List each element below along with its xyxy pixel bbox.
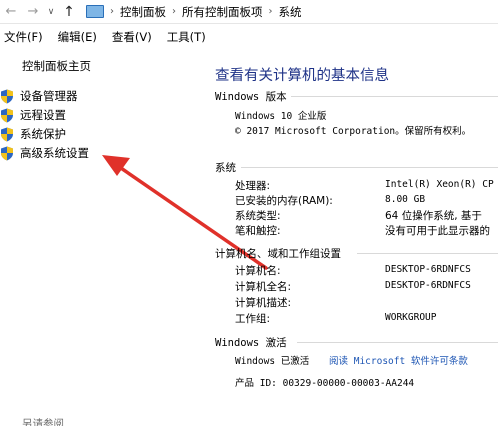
breadcrumb-separator: › (172, 6, 176, 17)
menu-tools[interactable]: 工具(T) (164, 29, 209, 45)
menu-file[interactable]: 文件(F) (0, 29, 46, 45)
breadcrumb-separator: › (110, 6, 114, 17)
breadcrumb-control-panel[interactable]: 控制面板 (120, 4, 166, 20)
activation-heading: Windows 激活 (215, 337, 287, 349)
sidebar-item-label: 设备管理器 (20, 89, 78, 103)
section-divider (357, 253, 498, 254)
sidebar-item-label: 系统保护 (20, 127, 66, 141)
shield-icon (0, 127, 14, 142)
license-terms-link[interactable]: 阅读 Microsoft 软件许可条款 (329, 353, 468, 367)
see-also-label: 另请参阅 (22, 418, 64, 426)
computer-full-name-label: 计算机全名: (235, 281, 292, 293)
back-button[interactable]: ← (0, 1, 22, 23)
menu-view[interactable]: 查看(V) (109, 29, 155, 45)
system-type-label: 系统类型: (235, 210, 281, 222)
processor-value: Intel(R) Xeon(R) CP (385, 179, 494, 190)
menu-bar: 文件(F) 编辑(E) 查看(V) 工具(T) (0, 27, 218, 47)
up-button[interactable]: ↑ (58, 1, 80, 23)
computer-full-name-value: DESKTOP-6RDNFCS (385, 280, 471, 291)
workgroup-label: 工作组: (235, 313, 271, 325)
sidebar-item-system-protection[interactable]: 系统保护 (0, 125, 66, 143)
page-title: 查看有关计算机的基本信息 (215, 68, 389, 84)
sidebar-item-advanced-system-settings[interactable]: 高级系统设置 (0, 144, 89, 162)
breadcrumb-separator: › (268, 6, 273, 17)
system-heading: 系统 (215, 162, 236, 174)
shield-icon (0, 146, 14, 161)
sidebar-item-remote-settings[interactable]: 远程设置 (0, 106, 66, 124)
forward-button[interactable]: → (22, 1, 44, 23)
processor-label: 处理器: (235, 180, 271, 192)
computer-name-label: 计算机名: (235, 265, 281, 277)
shield-icon (0, 89, 14, 104)
menu-edit[interactable]: 编辑(E) (55, 29, 100, 45)
system-type-value: 64 位操作系统, 基于 (385, 210, 482, 222)
address-box[interactable]: › 控制面板 › 所有控制面板项 › 系统 (86, 2, 498, 22)
sidebar-item-label: 高级系统设置 (20, 146, 89, 160)
computer-name-heading: 计算机名、域和工作组设置 (215, 248, 341, 260)
windows-edition-value: Windows 10 企业版 (235, 111, 327, 122)
ram-label: 已安装的内存(RAM): (235, 195, 333, 207)
windows-edition-heading: Windows 版本 (215, 91, 287, 103)
ram-value: 8.00 GB (385, 194, 426, 205)
breadcrumb-all-items[interactable]: 所有控制面板项 (182, 4, 263, 20)
address-bar: ← → ∨ ↑ › 控制面板 › 所有控制面板项 › 系统 (0, 0, 498, 24)
section-divider (241, 167, 498, 168)
computer-icon (86, 5, 104, 18)
product-id: 产品 ID: 00329-00000-00003-AA244 (235, 378, 415, 389)
section-divider (297, 342, 498, 343)
breadcrumb-system[interactable]: 系统 (279, 4, 302, 20)
sidebar-item-device-manager[interactable]: 设备管理器 (0, 87, 78, 105)
computer-name-value: DESKTOP-6RDNFCS (385, 264, 471, 275)
workgroup-value: WORKGROUP (385, 312, 437, 323)
shield-icon (0, 108, 14, 123)
computer-description-label: 计算机描述: (235, 297, 292, 309)
copyright-text: © 2017 Microsoft Corporation。保留所有权利。 (235, 126, 472, 137)
sidebar-item-label: 远程设置 (20, 108, 66, 122)
recent-locations-button[interactable]: ∨ (44, 1, 58, 23)
activation-status: Windows 已激活 (235, 356, 310, 367)
sidebar-home-link[interactable]: 控制面板主页 (22, 58, 91, 74)
section-divider (291, 96, 498, 97)
pen-touch-value: 没有可用于此显示器的 (385, 225, 490, 237)
pen-touch-label: 笔和触控: (235, 225, 281, 237)
